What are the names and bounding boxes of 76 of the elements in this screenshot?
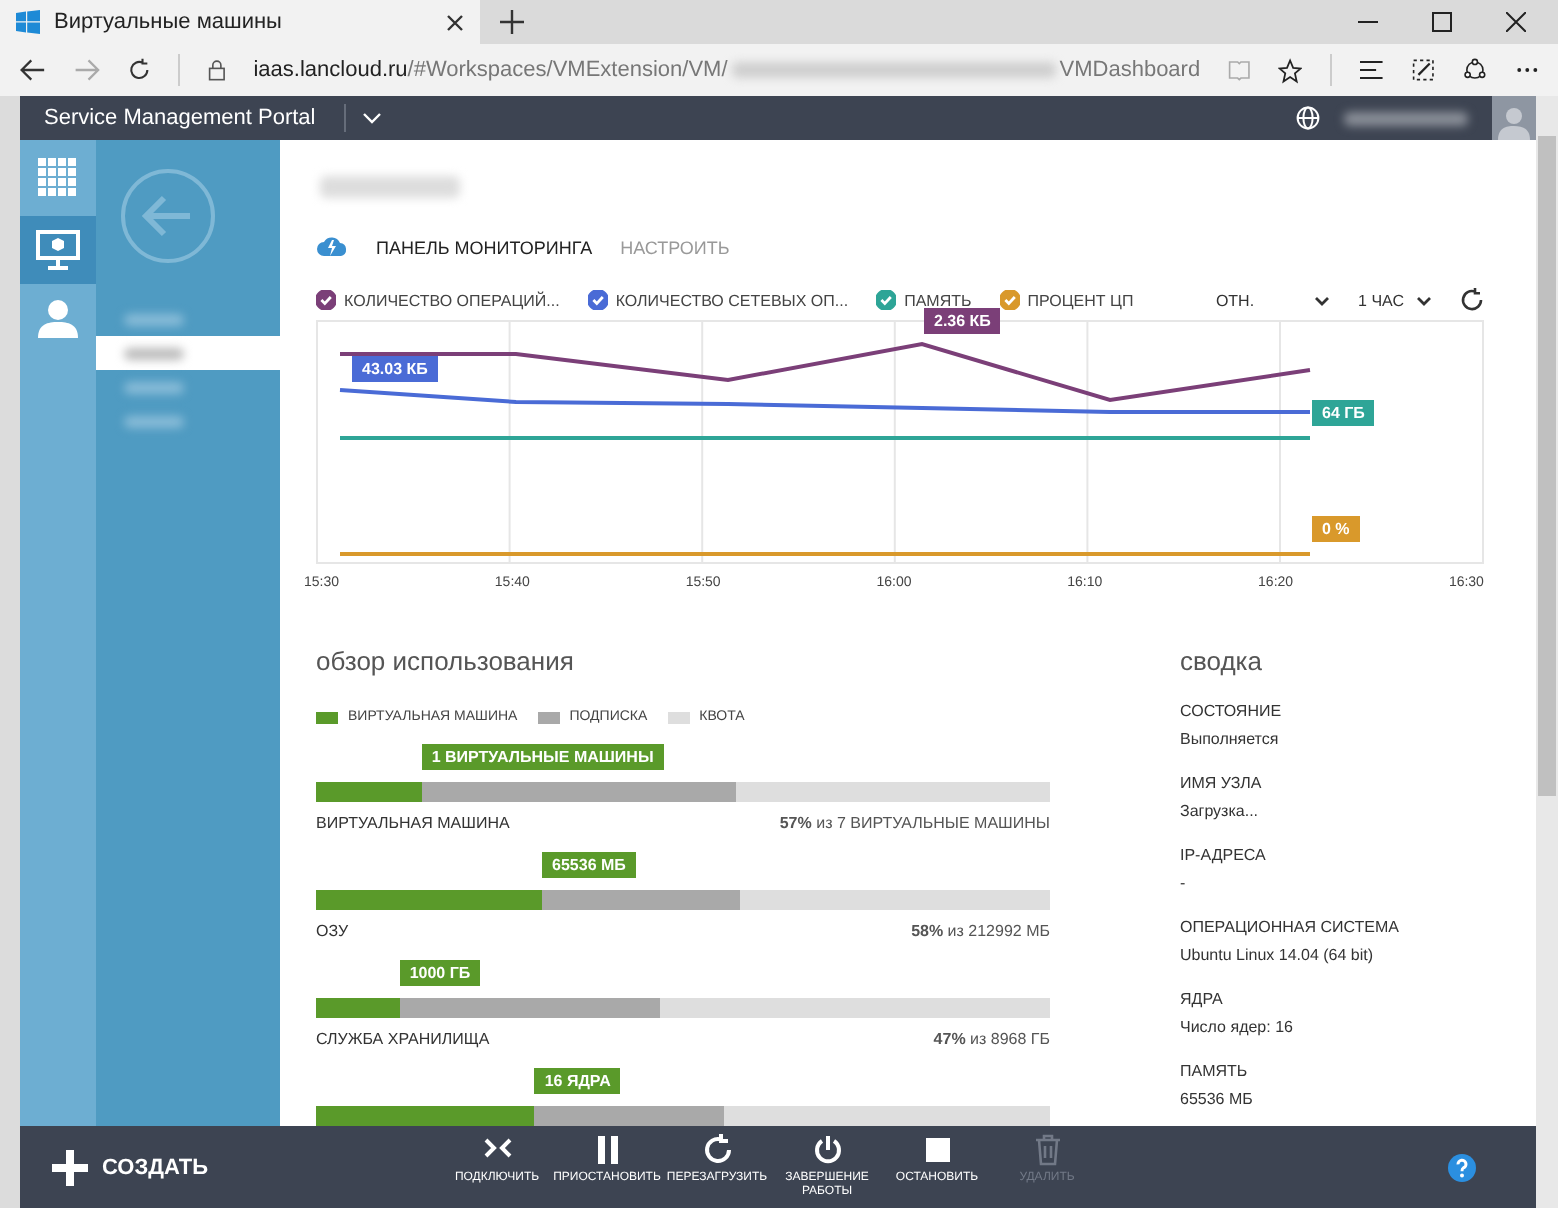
usage-callout: 65536 МБ <box>542 852 636 878</box>
field-label: ЯДРА <box>1180 990 1225 1008</box>
close-tab-icon[interactable] <box>446 13 464 31</box>
cloud-lightning-icon <box>316 236 348 258</box>
close-icon[interactable] <box>1506 12 1526 32</box>
stop-icon <box>921 1134 953 1166</box>
usage-callout: 1000 ГБ <box>399 960 481 986</box>
series-label: ПРОЦЕНТ ЦП <box>1027 291 1134 309</box>
more-icon[interactable] <box>1515 66 1539 74</box>
field-label: ОПЕРАЦИОННАЯ СИСТЕМА <box>1180 918 1401 936</box>
usage-reading: 58% из 212992 МБ <box>911 922 1050 940</box>
series-checkbox[interactable] <box>316 290 336 310</box>
chevron-down-icon <box>1314 295 1331 305</box>
resource-name: ВИРТУАЛЬНАЯ МАШИНА <box>316 814 510 832</box>
maximize-icon[interactable] <box>1432 12 1452 32</box>
plus-icon <box>52 1149 88 1185</box>
value-callout: 2.36 КБ <box>924 308 1001 334</box>
series-label: КОЛИЧЕСТВО СЕТЕВЫХ ОП... <box>615 291 849 309</box>
field-value: Выполняется <box>1180 730 1281 748</box>
browser-tab[interactable]: Виртуальные машины <box>0 0 480 44</box>
virtual-machines-nav-button[interactable] <box>20 216 96 284</box>
user-icon <box>38 298 78 338</box>
refresh-icon[interactable] <box>1460 288 1484 312</box>
usage-callout: 16 ЯДРА <box>534 1068 621 1094</box>
note-pen-icon[interactable] <box>1411 56 1434 84</box>
lock-icon <box>207 56 226 84</box>
create-button[interactable]: СОЗДАТЬ <box>52 1149 208 1185</box>
field-label: ИМЯ УЗЛА <box>1180 774 1264 792</box>
trash-icon <box>1031 1134 1063 1166</box>
star-icon[interactable] <box>1278 55 1303 85</box>
chevron-down-icon[interactable] <box>361 112 382 124</box>
value-callout: 64 ГБ <box>1312 400 1375 426</box>
hub-icon[interactable] <box>1360 58 1384 82</box>
series-label: ПАМЯТЬ <box>904 291 972 309</box>
monitor-icon <box>36 230 80 270</box>
address-field[interactable]: iaas.lancloud.ru/#Workspaces/VMExtension/VM/ VMDashboard <box>253 58 1201 82</box>
field-value: Число ядер: 16 <box>1180 1018 1295 1036</box>
field-label: СОСТОЯНИЕ <box>1180 702 1284 720</box>
back-arrow-icon[interactable] <box>20 56 46 84</box>
resource-name: ОЗУ <box>316 922 349 940</box>
field-value: Ubuntu Linux 14.04 (64 bit) <box>1180 946 1376 964</box>
section-heading: сводка <box>1180 646 1264 676</box>
usage-reading: 57% из 7 ВИРТУАЛЬНЫЕ МАШИНЫ <box>779 814 1050 832</box>
restart-icon <box>701 1134 733 1166</box>
new-tab-icon[interactable] <box>500 10 524 34</box>
value-callout: 43.03 КБ <box>352 356 438 382</box>
globe-icon[interactable] <box>1296 106 1320 130</box>
series-checkbox[interactable] <box>587 290 608 310</box>
series-checkbox[interactable] <box>999 290 1020 310</box>
value-callout: 0 % <box>1312 516 1360 542</box>
power-icon <box>811 1134 843 1166</box>
refresh-icon[interactable] <box>127 56 151 84</box>
series-label: КОЛИЧЕСТВО ОПЕРАЦИЙ... <box>344 291 560 309</box>
chevron-down-icon <box>1416 295 1432 305</box>
field-label: ПАМЯТЬ <box>1180 1062 1250 1080</box>
scale-dropdown[interactable]: ОТН. <box>1215 291 1331 309</box>
time-range-dropdown[interactable]: 1 ЧАС <box>1358 291 1432 309</box>
usage-reading: 47% из 8968 ГБ <box>933 1030 1050 1048</box>
field-value: - <box>1180 874 1188 892</box>
field-label: IP-АДРЕСА <box>1180 846 1268 864</box>
grid-icon <box>38 158 78 198</box>
section-heading: обзор использования <box>316 646 576 676</box>
scrollbar[interactable] <box>1536 96 1558 1208</box>
windows-logo-icon <box>16 10 40 34</box>
field-value: 65536 МБ <box>1180 1090 1255 1108</box>
blurred-user-name <box>1344 111 1468 125</box>
tab-title: Виртуальные машины <box>54 10 284 34</box>
portal-title[interactable]: Service Management Portal <box>44 106 316 130</box>
help-icon[interactable] <box>1448 1154 1476 1182</box>
usage-callout: 1 ВИРТУАЛЬНЫЕ МАШИНЫ <box>421 744 664 770</box>
resource-name: СЛУЖБА ХРАНИЛИЩА <box>316 1030 490 1048</box>
share-icon[interactable] <box>1461 56 1488 84</box>
tab[interactable]: ПАНЕЛЬ МОНИТОРИНГА <box>376 237 593 257</box>
field-value: Загрузка... <box>1180 802 1261 820</box>
blurred-vm-name <box>320 176 460 198</box>
series-checkbox[interactable] <box>876 290 897 310</box>
